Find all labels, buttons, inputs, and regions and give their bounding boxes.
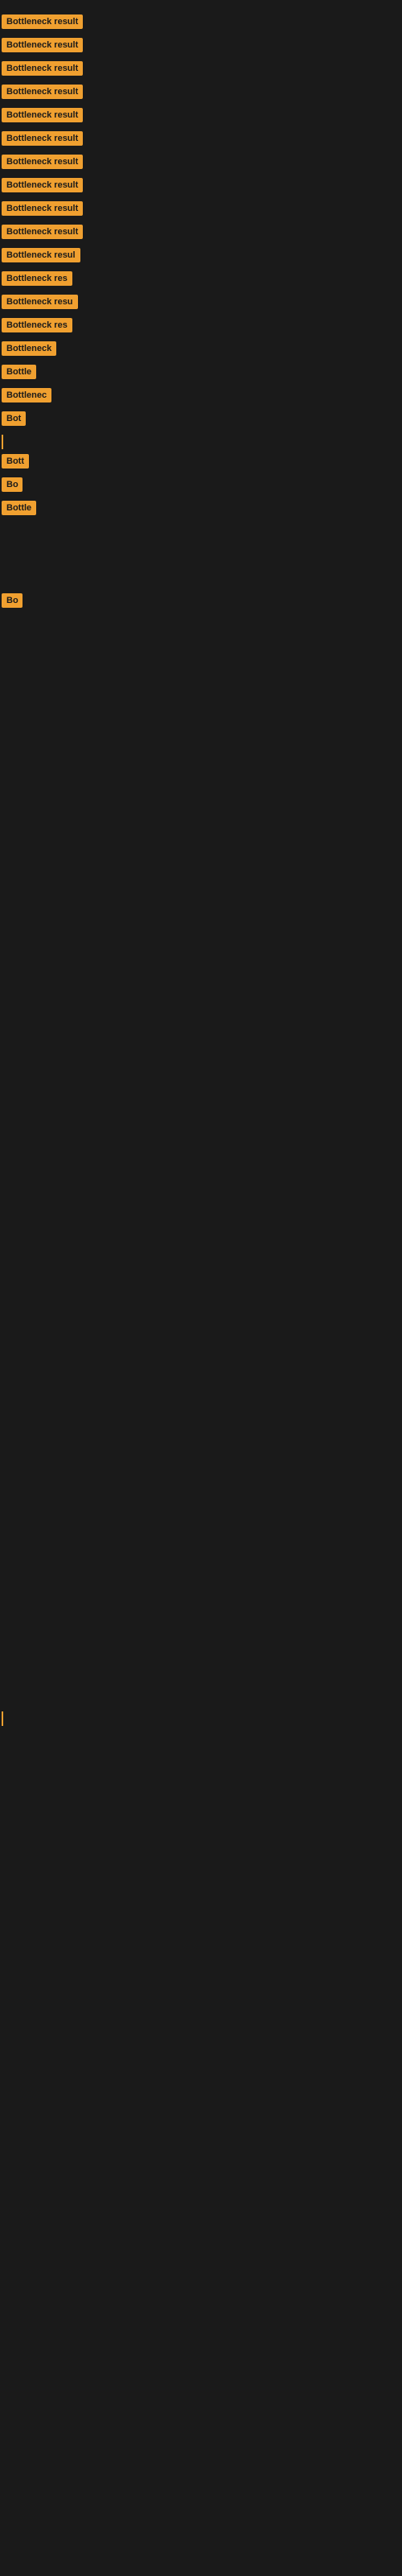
- bottleneck-result-badge[interactable]: Bottleneck result: [2, 225, 83, 239]
- spacer: [0, 874, 402, 939]
- bottleneck-result-badge[interactable]: Bottleneck result: [2, 85, 83, 99]
- spacer: [0, 810, 402, 874]
- bottleneck-result-badge[interactable]: Bot: [2, 411, 26, 426]
- bottleneck-result-badge[interactable]: Bo: [2, 477, 23, 492]
- badge-row: Bottleneck result: [2, 225, 402, 243]
- badge-row: Bottleneck res: [2, 271, 402, 290]
- spacer: [0, 745, 402, 810]
- bottleneck-result-badge[interactable]: Bottleneck result: [2, 61, 83, 76]
- bottleneck-result-badge[interactable]: Bottlenec: [2, 388, 51, 402]
- badge-row: Bottleneck result: [2, 178, 402, 196]
- bottleneck-result-badge[interactable]: Bottleneck result: [2, 131, 83, 146]
- cursor-line: [2, 1711, 3, 1726]
- bottleneck-result-badge[interactable]: Bottleneck resul: [2, 248, 80, 262]
- badge-row: Bottleneck result: [2, 85, 402, 103]
- badge-row: Bott: [2, 454, 402, 473]
- spacer: [0, 1196, 402, 1261]
- bottleneck-result-badge[interactable]: Bottleneck result: [2, 108, 83, 122]
- bottleneck-result-badge[interactable]: Bottleneck result: [2, 155, 83, 169]
- bottom-fill: [0, 1731, 402, 2375]
- spacer: [0, 1132, 402, 1196]
- bottleneck-result-badge[interactable]: Bott: [2, 454, 29, 469]
- badge-row: Bottleneck: [2, 341, 402, 360]
- bottleneck-result-badge[interactable]: Bottle: [2, 365, 36, 379]
- badge-row: Bottleneck resu: [2, 295, 402, 313]
- bottleneck-result-badge[interactable]: Bottleneck res: [2, 318, 72, 332]
- spacer: [0, 617, 402, 681]
- bottleneck-result-badge[interactable]: Bottleneck result: [2, 38, 83, 52]
- bottleneck-result-badge[interactable]: Bottleneck result: [2, 14, 83, 29]
- badge-row: Bottleneck result: [2, 61, 402, 80]
- bottleneck-result-badge[interactable]: Bottleneck result: [2, 201, 83, 216]
- badge-row: Bottleneck result: [2, 108, 402, 126]
- badge-row: Bottlenec: [2, 388, 402, 407]
- badge-row: Bot: [2, 411, 402, 430]
- badge-row: Bottleneck result: [2, 155, 402, 173]
- badge-row: Bottleneck resul: [2, 248, 402, 266]
- spacer: [0, 1067, 402, 1132]
- spacer: [0, 1003, 402, 1067]
- spacer: [0, 1325, 402, 1389]
- bottleneck-result-badge[interactable]: Bo: [2, 593, 23, 608]
- badges-container: Bottleneck result Bottleneck result Bottle…: [0, 14, 402, 1726]
- spacer: [0, 1261, 402, 1325]
- badge-row: Bo: [2, 593, 402, 612]
- badge-row: Bottle: [2, 365, 402, 383]
- badge-row: Bottleneck result: [2, 14, 402, 33]
- bottleneck-result-badge[interactable]: Bottleneck result: [2, 178, 83, 192]
- badge-row: Bottleneck result: [2, 38, 402, 56]
- bottleneck-result-badge[interactable]: Bottleneck res: [2, 271, 72, 286]
- spacer: [0, 524, 402, 588]
- bottleneck-result-badge[interactable]: Bottleneck: [2, 341, 56, 356]
- site-title: [0, 0, 402, 10]
- badge-row: Bottleneck result: [2, 131, 402, 150]
- badge-row: Bottleneck res: [2, 318, 402, 336]
- badge-row: Bo: [2, 477, 402, 496]
- bottleneck-result-badge[interactable]: Bottleneck resu: [2, 295, 78, 309]
- cursor-line: [2, 435, 3, 449]
- spacer: [0, 681, 402, 745]
- spacer: [0, 939, 402, 1003]
- badge-row: Bottleneck result: [2, 201, 402, 220]
- badge-row: Bottle: [2, 501, 402, 519]
- bottleneck-result-badge[interactable]: Bottle: [2, 501, 36, 515]
